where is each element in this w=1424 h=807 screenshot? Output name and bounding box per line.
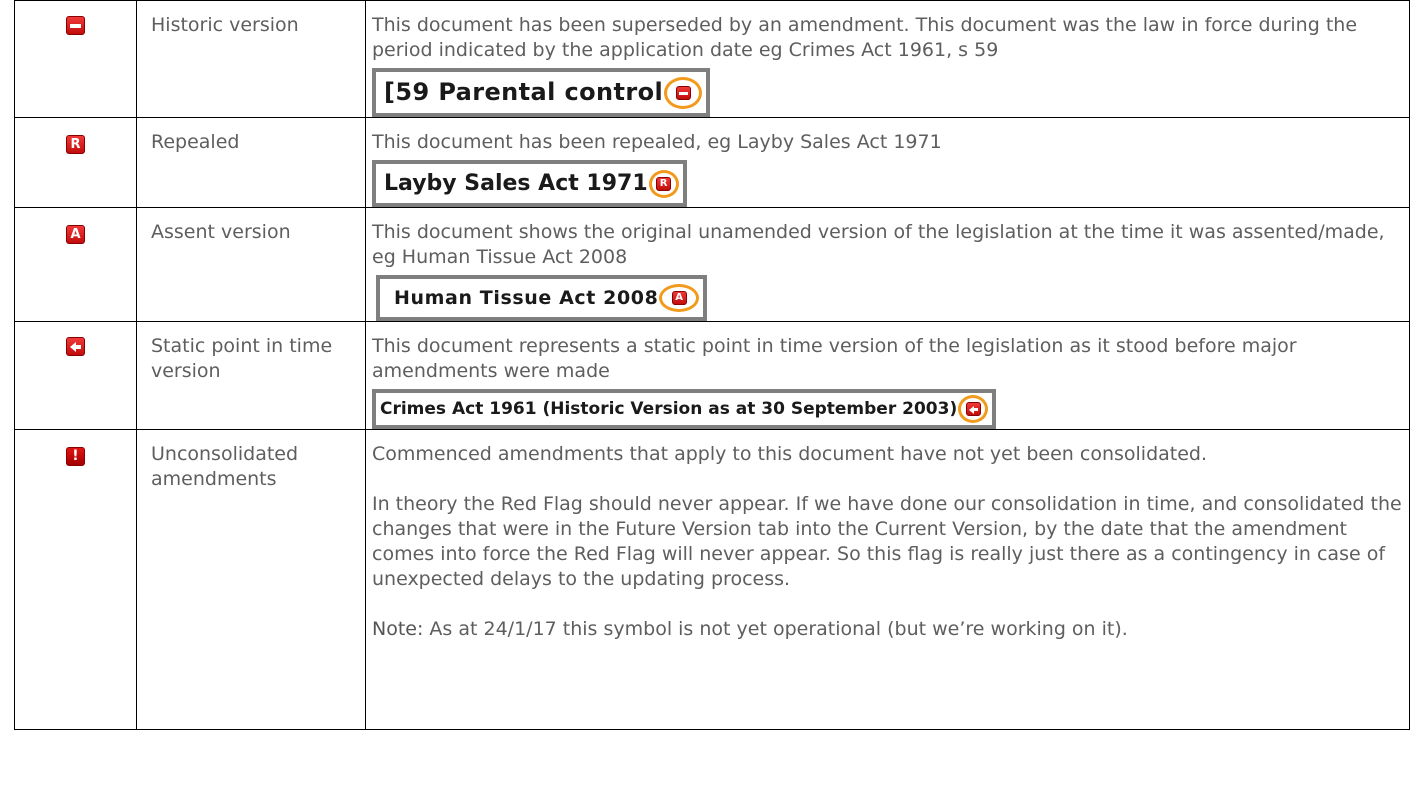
historic-icon bbox=[66, 16, 85, 35]
assent-icon: A bbox=[671, 291, 687, 305]
icon-cell: ! bbox=[14, 429, 137, 730]
example-screenshot: Layby Sales Act 1971 R bbox=[372, 160, 687, 207]
static-point-icon bbox=[66, 337, 85, 356]
status-description: This document shows the original unamend… bbox=[372, 221, 1385, 268]
status-icons-table: Historic version This document has been … bbox=[14, 0, 1410, 730]
icon-cell: A bbox=[14, 207, 137, 322]
status-description-cell: This document represents a static point … bbox=[365, 321, 1410, 430]
icon-cell: R bbox=[14, 117, 137, 208]
note-label: Note: bbox=[372, 618, 424, 640]
status-description-cell: Commenced amendments that apply to this … bbox=[365, 429, 1410, 730]
icon-cell bbox=[14, 0, 137, 118]
static-point-icon bbox=[965, 402, 981, 416]
example-screenshot: Human Tissue Act 2008 A bbox=[376, 275, 708, 321]
status-description-cell: This document shows the original unamend… bbox=[365, 207, 1410, 322]
status-description: This document has been superseded by an … bbox=[372, 14, 1358, 61]
status-description-cell: This document has been repealed, eg Layb… bbox=[365, 117, 1410, 208]
status-description: Commenced amendments that apply to this … bbox=[372, 443, 1208, 465]
table-row: R Repealed This document has been repeal… bbox=[14, 117, 1410, 208]
repealed-icon: R bbox=[656, 176, 672, 191]
highlight-ring: A bbox=[659, 284, 700, 312]
status-description-cell: This document has been superseded by an … bbox=[365, 0, 1410, 118]
table-row: Historic version This document has been … bbox=[14, 0, 1410, 118]
status-name: Repealed bbox=[136, 117, 366, 208]
highlight-ring: R bbox=[648, 169, 679, 198]
status-description: This document has been repealed, eg Layb… bbox=[372, 131, 942, 153]
status-name: Unconsolidated amendments bbox=[136, 429, 366, 730]
example-screenshot: Crimes Act 1961 (Historic Version as at … bbox=[372, 389, 997, 429]
assent-icon: A bbox=[66, 225, 85, 244]
example-text: [59 Parental control bbox=[384, 78, 664, 106]
status-description: This document represents a static point … bbox=[372, 335, 1297, 382]
status-name: Historic version bbox=[136, 0, 366, 118]
table-row: Static point in time version This docume… bbox=[14, 321, 1410, 430]
status-name: Static point in time version bbox=[136, 321, 366, 430]
example-text: Layby Sales Act 1971 bbox=[384, 171, 648, 196]
red-flag-icon: ! bbox=[66, 447, 85, 466]
highlight-ring bbox=[664, 76, 703, 109]
example-screenshot: [59 Parental control bbox=[372, 68, 711, 117]
explanation-paragraph: In theory the Red Flag should never appe… bbox=[372, 493, 1402, 590]
status-name: Assent version bbox=[136, 207, 366, 322]
table-row: ! Unconsolidated amendments Commenced am… bbox=[14, 429, 1410, 730]
example-text: Crimes Act 1961 (Historic Version as at … bbox=[380, 398, 958, 419]
note-text: As at 24/1/17 this symbol is not yet ope… bbox=[423, 618, 1128, 640]
table-row: A Assent version This document shows the… bbox=[14, 207, 1410, 322]
highlight-ring bbox=[958, 395, 989, 423]
note-paragraph: Note: As at 24/1/17 this symbol is not y… bbox=[372, 617, 1403, 642]
icon-cell bbox=[14, 321, 137, 430]
historic-icon bbox=[675, 85, 691, 100]
example-text: Human Tissue Act 2008 bbox=[394, 286, 659, 309]
repealed-icon: R bbox=[66, 135, 85, 154]
